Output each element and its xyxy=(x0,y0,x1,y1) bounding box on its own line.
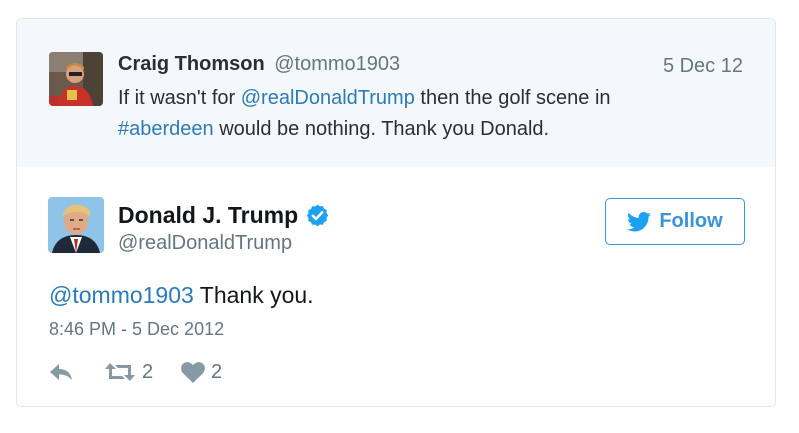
parent-avatar[interactable] xyxy=(49,52,103,106)
main-author-name-row: Donald J. Trump xyxy=(118,200,330,230)
parent-author-name[interactable]: Craig Thomson xyxy=(118,53,265,75)
main-avatar[interactable] xyxy=(48,197,104,253)
tweet-embed-card: Craig Thomson @tommo1903 5 Dec 12 If it … xyxy=(16,18,776,407)
parent-text-part3: would be nothing. Thank you Donald. xyxy=(213,118,550,140)
verified-badge-icon xyxy=(306,204,329,226)
tweet-actions: 2 2 xyxy=(49,359,241,385)
twitter-bird-icon xyxy=(627,211,652,231)
mention-link[interactable]: @tommo1903 xyxy=(49,282,194,308)
mention-link[interactable]: @realDonaldTrump xyxy=(241,87,415,109)
parent-text-part2: then the golf scene in xyxy=(414,87,611,109)
main-tweet-text: @tommo1903 Thank you. xyxy=(49,280,314,310)
reply-icon xyxy=(50,364,72,380)
parent-tweet-date[interactable]: 5 Dec 12 xyxy=(663,54,743,78)
retweet-icon xyxy=(105,363,135,381)
main-text-rest: Thank you. xyxy=(193,282,314,308)
retweet-button[interactable]: 2 xyxy=(104,361,181,384)
like-button[interactable]: 2 xyxy=(181,361,241,384)
hashtag-link[interactable]: #aberdeen xyxy=(118,118,214,140)
like-count: 2 xyxy=(211,360,223,383)
heart-icon xyxy=(181,361,205,383)
parent-tweet-header: Craig Thomson @tommo1903 xyxy=(118,52,400,76)
parent-avatar-image xyxy=(49,52,103,106)
main-avatar-image xyxy=(48,197,104,253)
follow-button[interactable]: Follow xyxy=(605,198,745,245)
main-author-name[interactable]: Donald J. Trump xyxy=(118,202,298,229)
main-author-handle[interactable]: @realDonaldTrump xyxy=(118,230,292,256)
parent-author-handle[interactable]: @tommo1903 xyxy=(274,53,400,75)
tweet-timestamp[interactable]: 8:46 PM - 5 Dec 2012 xyxy=(49,317,224,341)
reply-button[interactable] xyxy=(49,362,104,382)
follow-button-label: Follow xyxy=(659,210,723,232)
parent-tweet[interactable]: Craig Thomson @tommo1903 5 Dec 12 If it … xyxy=(17,19,775,167)
parent-text-part1: If it wasn't for xyxy=(118,87,241,109)
parent-tweet-text: If it wasn't for @realDonaldTrump then t… xyxy=(118,83,718,145)
retweet-count: 2 xyxy=(142,360,154,383)
